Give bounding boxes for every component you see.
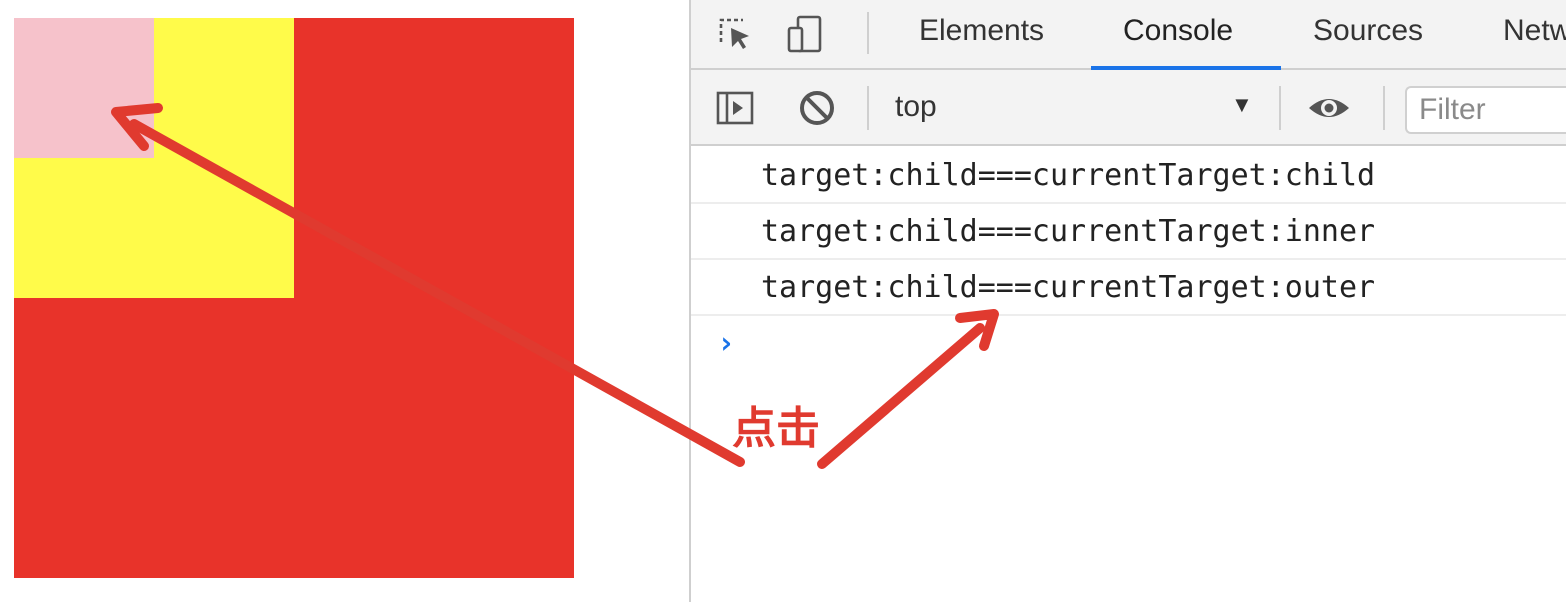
console-message-text: target:child===currentTarget:inner [761,214,1376,249]
context-selector[interactable]: top ▼ [891,86,1261,130]
click-annotation-label: 点击 [732,403,820,454]
console-message: target:child===currentTarget:child [691,148,1566,204]
inner-box[interactable] [14,18,294,298]
devtools-panel: Elements Console Sources Netw top ▼ Filt… [689,0,1566,602]
screenshot-stage: Elements Console Sources Netw top ▼ Filt… [0,0,1566,602]
clear-console-icon[interactable] [795,86,839,130]
inspect-element-icon[interactable] [713,12,757,56]
console-toolbar: top ▼ [691,70,1566,146]
tab-console[interactable]: Console [1123,14,1233,54]
console-message-text: target:child===currentTarget:outer [761,270,1376,305]
console-message: target:child===currentTarget:inner [691,204,1566,260]
show-sidebar-icon[interactable] [713,86,757,130]
toolbar-separator [867,86,869,130]
tab-separator [867,12,869,54]
tab-network[interactable]: Netw [1503,14,1566,54]
context-value: top [895,90,937,123]
devtools-tab-bar: Elements Console Sources Netw [691,0,1566,70]
chevron-down-icon: ▼ [1231,92,1253,117]
tab-elements[interactable]: Elements [919,14,1044,54]
toolbar-separator [1383,86,1385,130]
live-expression-icon[interactable] [1307,86,1351,130]
console-message-text: target:child===currentTarget:child [761,158,1376,193]
child-box[interactable] [14,18,154,158]
console-prompt[interactable]: › [717,326,735,361]
console-message: target:child===currentTarget:outer [691,260,1566,316]
filter-input[interactable] [1405,86,1566,134]
outer-box[interactable] [14,18,574,578]
tab-sources[interactable]: Sources [1313,14,1423,54]
device-toolbar-icon[interactable] [783,12,827,56]
toolbar-separator [1279,86,1281,130]
